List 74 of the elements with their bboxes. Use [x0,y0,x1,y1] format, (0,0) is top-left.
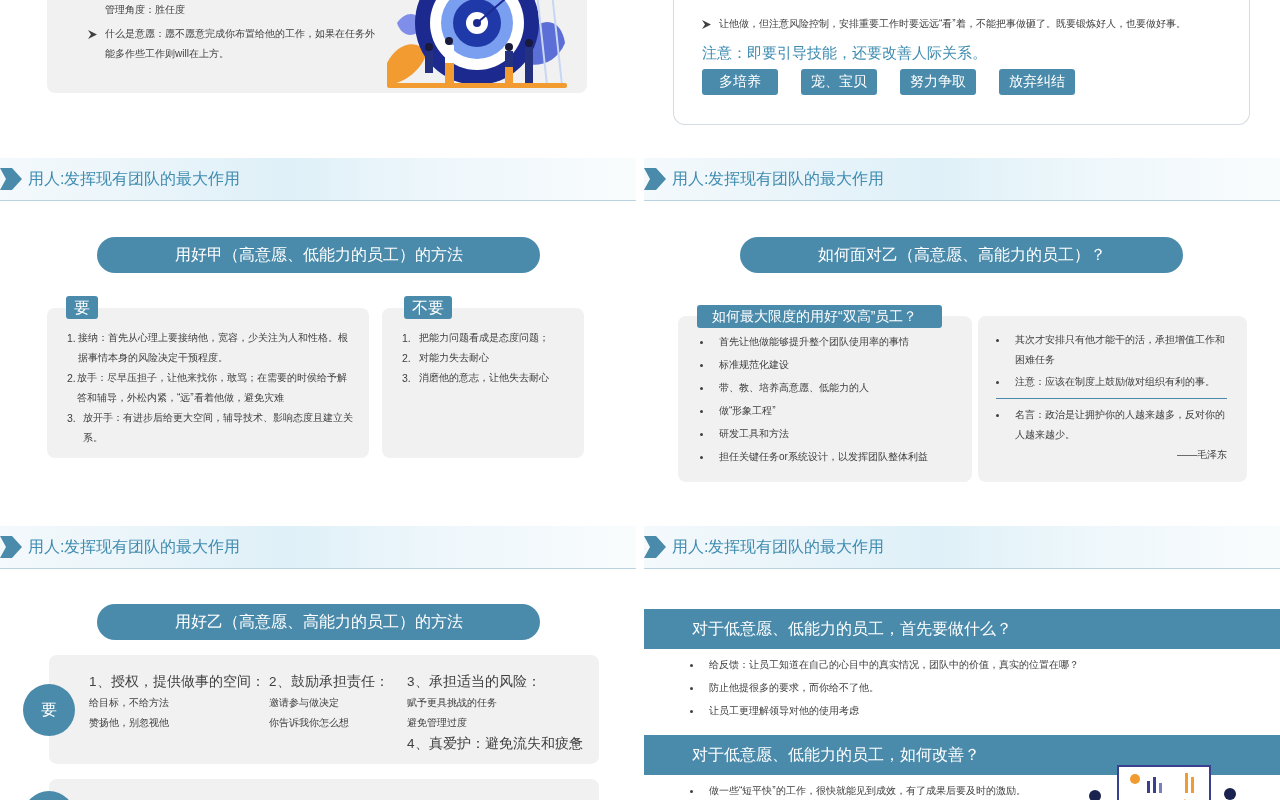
column-item: 避免管理过度 [407,716,468,730]
column-item: 你告诉我你怎么想 [269,716,350,730]
bullet-text: 让他做，但注意风险控制，安排重要工作时要远远“看”着，不能把事做砸了。既要锻炼好人，也要做好事。 [719,17,1186,31]
list-number: 1. [402,331,412,346]
bullet-text: 管理角度：胜任度 [105,3,185,17]
bullet-text: 带、教、培养高意愿、低能力的人 [719,381,869,395]
bullet-text: 注意：应该在制度上鼓励做对组织有利的事。 [1015,375,1215,389]
chevron-icon [0,536,22,558]
tag-button[interactable]: 放弃纠结 [999,68,1075,95]
tag-button[interactable]: 多培养 [702,68,778,95]
chevron-icon [644,168,666,190]
bullet-dot-icon [690,664,693,667]
tag-label: 要 [66,296,98,319]
note-text: 注意：即要引导技能，还要改善人际关系。 [702,43,988,63]
bullet-dot-icon [996,414,999,417]
bullet-text: 担任关键任务or系统设计，以发挥团队整体利益 [719,450,928,464]
chevron-icon [644,536,666,558]
bullet-dot-icon [700,433,703,436]
band-title: 对于低意愿、低能力的员工，首先要做什么？ [692,619,1012,639]
list-text: 消磨他的意志，让他失去耐心 [419,371,549,385]
list-number: 2. [402,351,412,366]
bullet-dot-icon [700,341,703,344]
slide-title: 用人:发挥现有团队的最大作用 [672,537,885,557]
bullet-text: 做一些“短平快”的工作，很快就能见到成效，有了成果后要及时的激励。 [709,784,1026,798]
title-pill: 如何面对乙（高意愿、高能力的员工）？ [740,237,1183,273]
column-heading: 4、真爱护：避免流失和疲惫 [407,735,583,753]
bullet-text: 其次才安排只有他才能干的活，承担增值工作和困难任务 [1015,333,1226,367]
column-item: 邀请参与做决定 [269,696,340,710]
column-item: 赋予更具挑战的任务 [407,696,498,710]
title-pill: 用好甲（高意愿、低能力的员工）的方法 [97,237,540,273]
bullet-text: 标准规范化建设 [719,358,789,372]
bullet-text: 研发工具和方法 [719,427,789,441]
circle-label: 要 [23,683,75,736]
bullet-text: 什么是意愿：愿不愿意完成你布置给他的工作，如果在任务外能多作些工作则will在上方。 [105,27,376,61]
column-item: 赞扬他，别忽视他 [89,716,170,730]
bullet-text: 首先让他做能够提升整个团队使用率的事情 [719,335,909,349]
tag-button[interactable]: 努力争取 [900,68,976,95]
bullet-text: 防止他提很多的要求，而你给不了他。 [709,681,879,695]
column-heading: 1、授权，提供做事的空间： [89,673,265,691]
bullet-dot-icon [996,381,999,384]
slide-title: 用人:发挥现有团队的最大作用 [28,169,241,189]
bullet-text: 让员工更理解领导对他的使用考虑 [709,704,859,718]
list-text: 把能力问题看成是态度问题； [419,331,549,345]
title-pill: 用好乙（高意愿、高能力的员工）的方法 [97,604,540,640]
list-text: 对能力失去耐心 [419,351,489,365]
list-text: 接纳：首先从心理上要接纳他，宽容，少关注为人和性格。根据事情本身的风险决定干预程度。 [78,331,350,365]
bullet-text: 给反馈：让员工知道在自己的心目中的真实情况，团队中的价值，真实的位置在哪？ [709,658,1079,672]
bullet-dot-icon [700,410,703,413]
attribution-text: ——毛泽东 [1177,448,1227,462]
list-number: 3. [402,371,412,386]
tag-button[interactable]: 宠、宝贝 [801,68,877,95]
list-number: 2. [67,371,77,386]
column-heading: 3、承担适当的风险： [407,673,541,691]
chevron-icon [0,168,22,190]
column-item: 给目标，不给方法 [89,696,170,710]
slide-title: 用人:发挥现有团队的最大作用 [28,537,241,557]
bullet-dot-icon [996,339,999,342]
list-number: 3. [67,411,77,426]
list-text: 放开手：有进步后给更大空间，辅导技术、影响态度且建立关系。 [82,411,354,445]
tag-label: 不要 [404,296,452,319]
bullet-dot-icon [700,456,703,459]
bullet-dot-icon [690,790,693,793]
slide-title: 用人:发挥现有团队的最大作用 [672,169,885,189]
bullet-dot-icon [690,687,693,690]
bullet-dot-icon [690,710,693,713]
bullet-text: 名言：政治是让拥护你的人越来越多，反对你的人越来越少。 [1015,408,1226,442]
bullet-dot-icon [700,364,703,367]
bullet-dot-icon [700,387,703,390]
bullet-text: 做“形象工程” [719,404,776,418]
bullet-arrow-icon [702,20,711,29]
list-number: 1. [67,331,77,346]
band-title: 对于低意愿、低能力的员工，如何改善？ [692,745,980,765]
column-heading: 2、鼓励承担责任： [269,673,389,691]
list-text: 放手：尽早压担子，让他来找你，敢骂；在需要的时侯给予解答和辅导，外松内紧，“远”看着他做，避免灾难 [76,371,348,405]
